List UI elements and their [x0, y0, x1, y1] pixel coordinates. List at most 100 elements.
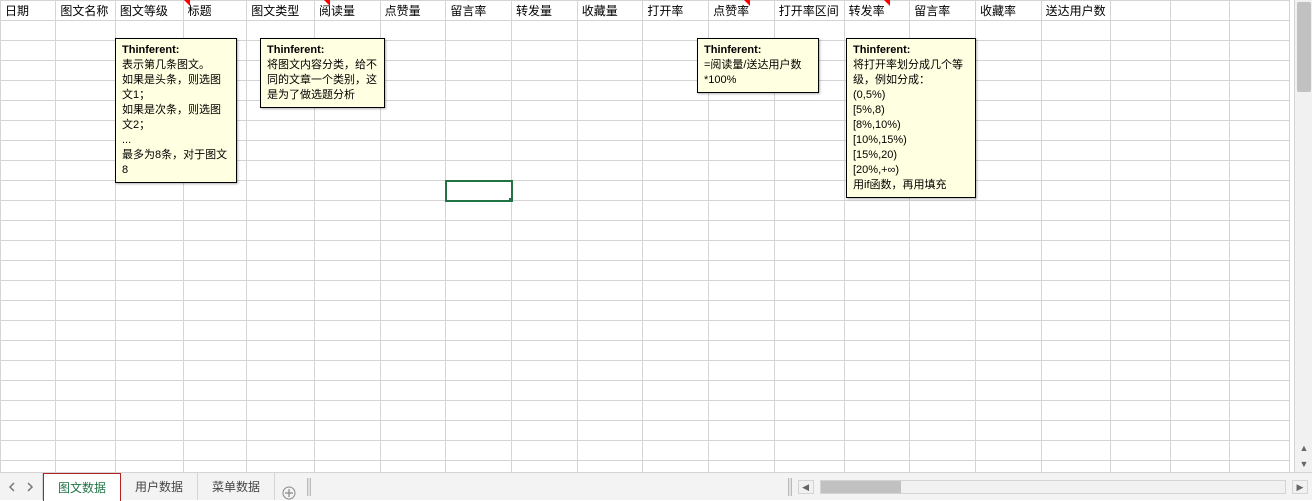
cell[interactable]	[577, 141, 643, 161]
cell[interactable]	[1170, 261, 1229, 281]
cell[interactable]	[709, 401, 775, 421]
cell[interactable]	[1230, 41, 1290, 61]
cell[interactable]	[709, 221, 775, 241]
cell[interactable]	[577, 421, 643, 441]
cell[interactable]	[643, 221, 709, 241]
column-header[interactable]: 点赞率	[709, 1, 775, 21]
vscroll-thumb[interactable]	[1297, 2, 1311, 92]
cell[interactable]	[512, 461, 578, 473]
cell[interactable]	[380, 361, 446, 381]
cell[interactable]	[774, 121, 844, 141]
cell[interactable]	[183, 181, 247, 201]
cell[interactable]	[1041, 221, 1111, 241]
cell[interactable]	[380, 301, 446, 321]
cell[interactable]	[56, 261, 115, 281]
cell[interactable]	[183, 341, 247, 361]
cell[interactable]	[1111, 361, 1170, 381]
cell[interactable]	[844, 301, 910, 321]
cell[interactable]	[247, 321, 315, 341]
cell[interactable]	[380, 21, 446, 41]
cell[interactable]	[183, 381, 247, 401]
cell[interactable]	[643, 281, 709, 301]
cell[interactable]	[1230, 281, 1290, 301]
cell[interactable]	[774, 301, 844, 321]
cell[interactable]	[56, 301, 115, 321]
cell[interactable]	[1041, 61, 1111, 81]
cell[interactable]	[1111, 101, 1170, 121]
cell[interactable]	[56, 341, 115, 361]
cell[interactable]	[577, 181, 643, 201]
cell[interactable]	[56, 321, 115, 341]
splitter-handle[interactable]	[307, 478, 311, 496]
cell[interactable]	[446, 281, 512, 301]
cell[interactable]	[643, 441, 709, 461]
cell[interactable]	[844, 281, 910, 301]
cell[interactable]	[115, 181, 183, 201]
cell[interactable]	[975, 61, 1041, 81]
cell[interactable]	[115, 241, 183, 261]
cell[interactable]	[975, 261, 1041, 281]
cell[interactable]	[1, 401, 56, 421]
hscroll-left-button[interactable]: ◀	[798, 480, 814, 494]
cell[interactable]	[975, 141, 1041, 161]
column-header[interactable]	[1111, 1, 1170, 21]
cell[interactable]	[247, 121, 315, 141]
cell[interactable]	[1041, 141, 1111, 161]
cell[interactable]	[512, 341, 578, 361]
cell[interactable]	[1170, 341, 1229, 361]
cell[interactable]	[774, 361, 844, 381]
cell[interactable]	[380, 201, 446, 221]
cell[interactable]	[844, 321, 910, 341]
cell[interactable]	[975, 41, 1041, 61]
cell[interactable]	[1041, 41, 1111, 61]
cell[interactable]	[1230, 361, 1290, 381]
cell[interactable]	[56, 401, 115, 421]
cell[interactable]	[577, 261, 643, 281]
cell[interactable]	[1230, 241, 1290, 261]
cell[interactable]	[446, 161, 512, 181]
cell[interactable]	[314, 321, 380, 341]
cell[interactable]	[1041, 181, 1111, 201]
cell[interactable]	[446, 41, 512, 61]
cell[interactable]	[56, 21, 115, 41]
cell[interactable]	[1111, 381, 1170, 401]
cell[interactable]	[643, 381, 709, 401]
cell[interactable]	[446, 141, 512, 161]
cell[interactable]	[512, 401, 578, 421]
cell[interactable]	[1041, 101, 1111, 121]
cell[interactable]	[512, 41, 578, 61]
cell[interactable]	[1170, 41, 1229, 61]
cell[interactable]	[1230, 161, 1290, 181]
cell[interactable]	[314, 121, 380, 141]
cell[interactable]	[975, 381, 1041, 401]
cell[interactable]	[1170, 381, 1229, 401]
cell[interactable]	[314, 401, 380, 421]
cell[interactable]	[577, 381, 643, 401]
cell[interactable]	[183, 361, 247, 381]
cell[interactable]	[247, 361, 315, 381]
column-header[interactable]: 点赞量	[380, 1, 446, 21]
cell[interactable]	[1041, 321, 1111, 341]
cell[interactable]	[1111, 461, 1170, 473]
cell[interactable]	[910, 281, 976, 301]
sheet-tab-active[interactable]: 图文数据	[43, 473, 121, 501]
cell[interactable]	[314, 301, 380, 321]
add-sheet-button[interactable]	[275, 486, 303, 500]
cell[interactable]	[910, 381, 976, 401]
cell[interactable]	[1, 201, 56, 221]
cell[interactable]	[247, 441, 315, 461]
cell[interactable]	[380, 381, 446, 401]
cell[interactable]	[1, 321, 56, 341]
cell[interactable]	[1230, 61, 1290, 81]
cell[interactable]	[247, 241, 315, 261]
cell[interactable]	[446, 101, 512, 121]
cell[interactable]	[1230, 341, 1290, 361]
sheet-tab[interactable]: 菜单数据	[198, 473, 275, 500]
cell[interactable]	[1, 121, 56, 141]
cell[interactable]	[56, 221, 115, 241]
cell[interactable]	[1041, 421, 1111, 441]
cell[interactable]	[1230, 141, 1290, 161]
cell[interactable]	[314, 281, 380, 301]
cell[interactable]	[247, 201, 315, 221]
cell[interactable]	[910, 421, 976, 441]
